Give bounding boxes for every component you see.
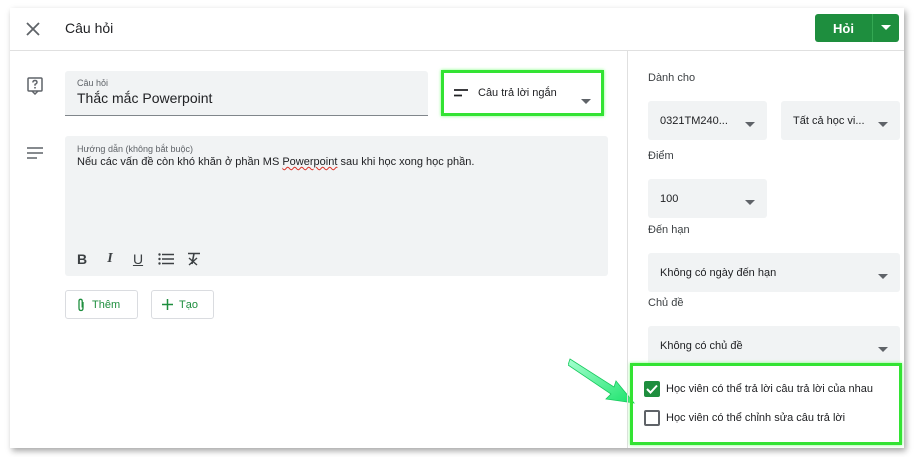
chevron-down-icon xyxy=(878,270,888,282)
page-title: Câu hỏi xyxy=(65,20,114,36)
question-input-label: Câu hỏi xyxy=(77,78,109,88)
for-label: Dành cho xyxy=(648,72,696,84)
chevron-down-icon xyxy=(745,196,755,208)
settings-sidebar: Dành cho 0321TM240... Tất cả học vi... Đ… xyxy=(627,51,904,448)
ask-button[interactable]: Hỏi xyxy=(815,14,872,42)
chevron-down-icon xyxy=(745,118,755,130)
top-bar: Câu hỏi Hỏi xyxy=(10,8,904,51)
instructions-value[interactable]: Nếu các vấn đề còn khó khăn ở phần MS Po… xyxy=(77,156,596,168)
check-icon xyxy=(646,384,658,394)
option-reply-each-other[interactable]: Học viên có thể trả lời câu trả lời của … xyxy=(644,381,873,397)
option-edit-answer[interactable]: Học viên có thể chỉnh sửa câu trả lời xyxy=(644,410,845,426)
description-icon xyxy=(27,146,43,164)
question-input[interactable]: Câu hỏi Thắc mắc Powerpoint xyxy=(65,71,428,116)
create-button-label: Tạo xyxy=(179,298,198,311)
class-select[interactable]: 0321TM240... xyxy=(648,101,767,140)
question-type-select[interactable]: Câu trả lời ngắn xyxy=(441,70,604,116)
students-select[interactable]: Tất cả học vi... xyxy=(781,101,900,140)
attach-button[interactable]: Thêm xyxy=(65,290,138,319)
option-label: Học viên có thể trả lời câu trả lời của … xyxy=(666,383,874,395)
clear-formatting-icon[interactable] xyxy=(185,250,203,268)
main-panel: Câu hỏi Thắc mắc Powerpoint Câu trả lời … xyxy=(10,51,635,448)
create-button[interactable]: Tạo xyxy=(151,290,214,319)
checkbox-unchecked[interactable] xyxy=(644,410,660,426)
caret-down-icon xyxy=(881,25,891,30)
students-select-value: Tất cả học vi... xyxy=(793,114,865,127)
points-select[interactable]: 100 xyxy=(648,179,767,218)
question-icon xyxy=(27,77,43,100)
misspelled-word: Powerpoint xyxy=(282,156,338,168)
options-highlight xyxy=(630,363,902,445)
ask-dropdown-button[interactable] xyxy=(872,14,899,42)
short-answer-icon xyxy=(454,89,468,97)
ask-button-group: Hỏi xyxy=(815,14,899,42)
attach-button-label: Thêm xyxy=(92,298,121,311)
paperclip-icon xyxy=(76,298,86,312)
topic-select[interactable]: Không có chủ đề xyxy=(648,326,900,365)
bulleted-list-icon[interactable] xyxy=(157,250,175,268)
instructions-label: Hướng dẫn (không bắt buộc) xyxy=(77,144,193,154)
close-icon[interactable] xyxy=(22,18,44,40)
instructions-text-part: Nếu các vấn đề còn khó khăn ở phần MS xyxy=(77,156,283,168)
topic-label: Chủ đề xyxy=(648,297,684,309)
underline-button[interactable]: U xyxy=(129,250,147,268)
points-select-value: 100 xyxy=(660,192,679,205)
question-dialog: Câu hỏi Hỏi Câu hỏi Thắc mắc Powerpoint … xyxy=(10,8,904,448)
bold-button[interactable]: B xyxy=(73,250,91,268)
due-select[interactable]: Không có ngày đến hạn xyxy=(648,253,900,292)
question-type-label: Câu trả lời ngắn xyxy=(478,87,557,99)
chevron-down-icon xyxy=(878,118,888,130)
chevron-down-icon xyxy=(878,343,888,355)
class-select-value: 0321TM240... xyxy=(660,114,728,127)
plus-icon xyxy=(162,299,173,310)
points-label: Điểm xyxy=(648,150,674,162)
chevron-down-icon xyxy=(581,91,591,109)
format-toolbar: B I U xyxy=(73,250,203,268)
due-select-value: Không có ngày đến hạn xyxy=(660,266,777,279)
checkbox-checked[interactable] xyxy=(644,381,660,397)
question-input-value[interactable]: Thắc mắc Powerpoint xyxy=(77,90,416,106)
instructions-input[interactable]: Hướng dẫn (không bắt buộc) Nếu các vấn đ… xyxy=(65,136,608,276)
topic-select-value: Không có chủ đề xyxy=(660,339,743,352)
option-label: Học viên có thể chỉnh sửa câu trả lời xyxy=(666,412,846,424)
instructions-text-part: sau khi học xong học phần. xyxy=(337,156,475,168)
italic-button[interactable]: I xyxy=(101,250,119,268)
due-label: Đến hạn xyxy=(648,224,690,236)
